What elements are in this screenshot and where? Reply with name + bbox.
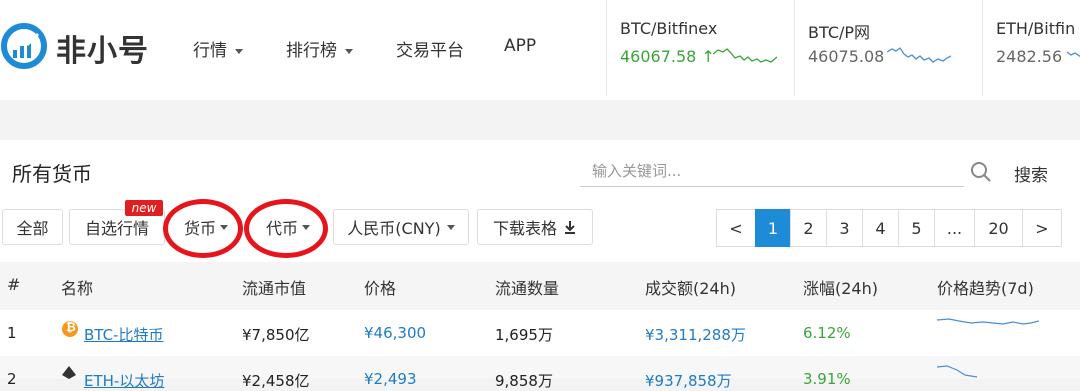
ticker-btc-bitfinex[interactable]: BTC/Bitfinex 46067.58 ↑ xyxy=(606,0,795,96)
ticker-price: 46075.08 xyxy=(808,47,885,66)
row-supply: 1,695万 xyxy=(495,326,553,344)
coin-list-panel: 所有货币 搜索 全部 自选行情 new 货币 代币 人民币(CNY) 下载表格 … xyxy=(0,140,1080,390)
logo-icon[interactable] xyxy=(0,22,48,70)
row-market-cap: ¥7,850亿 xyxy=(242,326,310,344)
fiat-currency-dropdown[interactable]: 人民币(CNY) xyxy=(333,209,469,245)
pagination-page-2[interactable]: 2 xyxy=(790,209,827,247)
fiat-currency-label: 人民币(CNY) xyxy=(347,219,441,238)
chevron-down-icon xyxy=(446,224,455,230)
pagination-next[interactable]: > xyxy=(1022,209,1062,247)
coin-name-link[interactable]: BTC-比特币 xyxy=(84,324,163,345)
table-row[interactable]: 2 ETH-以太坊 ¥2,458亿 ¥2,493 9,858万 ¥937,858… xyxy=(0,356,1080,390)
ticker-eth-bitfinex[interactable]: ETH/Bitfin 2482.56 xyxy=(982,0,1080,96)
nav-app[interactable]: APP xyxy=(504,36,536,56)
new-badge: new xyxy=(125,200,163,216)
row-rank: 2 xyxy=(7,370,17,388)
page-title: 所有货币 xyxy=(12,162,92,186)
pagination-ellipsis: ... xyxy=(934,209,975,247)
row-market-cap: ¥2,458亿 xyxy=(242,372,310,390)
chevron-down-icon xyxy=(235,48,243,54)
col-price[interactable]: 价格 xyxy=(364,275,396,299)
ticker-price: 46067.58 ↑ xyxy=(620,47,715,66)
col-rank[interactable]: # xyxy=(7,275,20,294)
pagination-page-5[interactable]: 5 xyxy=(898,209,935,247)
col-change[interactable]: 涨幅(24h) xyxy=(803,275,878,299)
download-icon xyxy=(565,221,575,234)
trend-sparkline xyxy=(937,365,978,378)
filter-all-button[interactable]: 全部 xyxy=(2,209,63,245)
row-change: 6.12% xyxy=(803,324,851,342)
coin-name-link[interactable]: ETH-以太坊 xyxy=(84,370,164,391)
brand-name[interactable]: 非小号 xyxy=(56,26,149,70)
ethereum-icon xyxy=(62,366,76,379)
row-volume[interactable]: ¥3,311,288万 xyxy=(645,324,746,345)
chevron-down-icon xyxy=(302,224,310,230)
filter-currency-dropdown[interactable]: 货币 xyxy=(170,209,242,245)
col-supply[interactable]: 流通数量 xyxy=(495,275,559,299)
nav-market[interactable]: 行情 xyxy=(193,36,243,61)
chevron-down-icon xyxy=(220,224,228,230)
bitcoin-icon: ₿ xyxy=(62,320,78,337)
col-name[interactable]: 名称 xyxy=(61,275,93,299)
col-volume[interactable]: 成交额(24h) xyxy=(645,275,736,299)
row-price[interactable]: ¥46,300 xyxy=(364,324,426,342)
filter-token-label: 代币 xyxy=(265,219,298,238)
row-change: 3.91% xyxy=(803,370,851,388)
top-navbar: 非小号 行情 排行榜 交易平台 APP BTC/Bitfinex 46067.5… xyxy=(0,0,1080,100)
row-rank: 1 xyxy=(7,324,17,342)
col-market-cap[interactable]: 流通市值 xyxy=(242,275,306,299)
search-icon[interactable] xyxy=(970,161,992,183)
ticker-sparkline xyxy=(713,48,777,63)
pagination-prev[interactable]: < xyxy=(716,209,756,247)
nav-exchange[interactable]: 交易平台 xyxy=(396,36,464,61)
nav-market-label: 行情 xyxy=(193,41,227,61)
filter-token-dropdown[interactable]: 代币 xyxy=(252,209,324,245)
ticker-price: 2482.56 xyxy=(996,47,1063,66)
chevron-down-icon xyxy=(345,48,353,54)
row-supply: 9,858万 xyxy=(495,372,553,390)
row-volume[interactable]: ¥937,858万 xyxy=(645,370,732,391)
pagination-page-1[interactable]: 1 xyxy=(755,209,791,247)
nav-app-label: APP xyxy=(504,36,537,56)
ticker-name: BTC/P网 xyxy=(808,23,871,42)
search-button[interactable]: 搜索 xyxy=(1014,161,1048,186)
pagination-page-20[interactable]: 20 xyxy=(974,209,1023,247)
download-label: 下载表格 xyxy=(492,219,557,238)
pagination-page-4[interactable]: 4 xyxy=(862,209,899,247)
col-trend: 价格趋势(7d) xyxy=(937,279,1034,298)
nav-exchange-label: 交易平台 xyxy=(396,41,464,61)
ticker-name: ETH/Bitfin xyxy=(996,19,1076,38)
nav-ranking[interactable]: 排行榜 xyxy=(286,36,353,61)
nav-ranking-label: 排行榜 xyxy=(286,41,337,61)
ticker-sparkline xyxy=(887,47,951,63)
trend-sparkline xyxy=(937,318,1039,325)
row-price[interactable]: ¥2,493 xyxy=(364,370,417,388)
ticker-sparkline xyxy=(1067,51,1080,58)
filter-currency-label: 货币 xyxy=(183,219,216,238)
ticker-btc-p[interactable]: BTC/P网 46075.08 xyxy=(794,0,983,96)
pagination-page-3[interactable]: 3 xyxy=(826,209,863,247)
ticker-name: BTC/Bitfinex xyxy=(620,19,718,38)
download-table-button[interactable]: 下载表格 xyxy=(477,209,593,245)
search-input[interactable] xyxy=(580,156,964,187)
